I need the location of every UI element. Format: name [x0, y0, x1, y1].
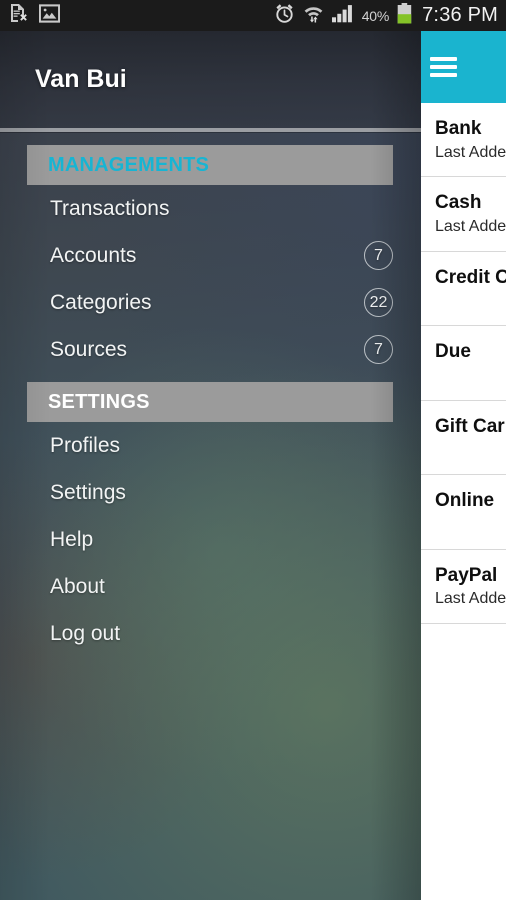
sidebar-item-log-out[interactable]: Log out	[0, 610, 421, 657]
list-item[interactable]: Due	[421, 326, 506, 401]
sidebar-item-label: Log out	[50, 621, 121, 645]
sidebar-item-transactions[interactable]: Transactions	[0, 185, 421, 232]
sidebar-item-label: Transactions	[50, 196, 170, 220]
drawer-section-header-managements: MANAGEMENTS	[27, 145, 393, 185]
list-item[interactable]: Gift Car	[421, 401, 506, 476]
hamburger-menu-icon[interactable]	[430, 53, 457, 81]
content-panel: Bank Last Adde Cash Last Adde Credit C D…	[421, 31, 506, 900]
sidebar-item-help[interactable]: Help	[0, 516, 421, 563]
drawer-section-header-settings: SETTINGS	[27, 382, 393, 422]
status-bar-clock: 7:36 PM	[422, 4, 498, 26]
drawer-nav: MANAGEMENTS Transactions Accounts 7 Cate…	[0, 132, 421, 657]
sidebar-item-label: About	[50, 574, 105, 598]
list-item-title: PayPal	[435, 564, 498, 586]
list-item-subtitle-spacer	[435, 364, 506, 387]
list-item-subtitle-spacer	[435, 513, 506, 536]
image-icon	[38, 3, 61, 28]
sidebar-item-categories[interactable]: Categories 22	[0, 279, 421, 326]
drawer-user-name: Van Bui	[35, 65, 127, 93]
status-bar: 40% 7:36 PM	[0, 0, 506, 31]
sidebar-item-label: Categories	[50, 290, 152, 314]
hamburger-bar-1	[430, 57, 457, 61]
list-item-subtitle: Last Adde	[435, 590, 506, 608]
list-item-title: Cash	[435, 192, 482, 214]
list-item-subtitle-spacer	[435, 438, 506, 461]
list-item-title: Due	[435, 341, 471, 363]
hamburger-bar-2	[430, 65, 457, 69]
sidebar-item-accounts[interactable]: Accounts 7	[0, 232, 421, 279]
account-type-list: Bank Last Adde Cash Last Adde Credit C D…	[421, 103, 506, 625]
list-item[interactable]: Bank Last Adde	[421, 103, 506, 178]
sidebar-item-profiles[interactable]: Profiles	[0, 422, 421, 469]
list-item-title: Gift Car	[435, 415, 505, 437]
status-badge: 7	[364, 335, 393, 364]
alarm-clock-icon	[274, 3, 295, 29]
sidebar-item-label: Accounts	[50, 243, 137, 267]
list-item[interactable]: PayPal Last Adde	[421, 550, 506, 625]
status-badge: 22	[364, 288, 393, 317]
sidebar-item-label: Settings	[50, 480, 126, 504]
drawer-section-label: MANAGEMENTS	[48, 153, 210, 176]
list-item-title: Online	[435, 490, 495, 512]
status-bar-right-icons: 40% 7:36 PM	[274, 2, 506, 29]
list-item-title: Bank	[435, 118, 482, 139]
list-item-title: Credit C	[435, 266, 506, 288]
list-item[interactable]: Credit C	[421, 252, 506, 327]
sim-card-error-icon	[9, 3, 28, 28]
battery-icon	[397, 2, 412, 29]
list-item-subtitle-spacer	[435, 289, 506, 312]
sidebar-item-settings[interactable]: Settings	[0, 469, 421, 516]
signal-bars-icon	[331, 4, 354, 28]
sidebar-item-label: Help	[50, 527, 94, 551]
phone-screen: 40% 7:36 PM Bank Last Adde Cash Last Add…	[0, 0, 506, 900]
sidebar-item-label: Sources	[50, 337, 128, 361]
navigation-drawer: Van Bui MANAGEMENTS Transactions Account…	[0, 31, 421, 900]
sidebar-item-about[interactable]: About	[0, 563, 421, 610]
app-bar	[421, 31, 506, 103]
status-bar-left-icons	[0, 3, 61, 28]
list-item-subtitle: Last Adde	[435, 217, 506, 235]
list-item[interactable]: Cash Last Adde	[421, 177, 506, 252]
status-badge: 7	[364, 241, 393, 270]
list-item[interactable]: Online	[421, 475, 506, 550]
hamburger-bar-3	[430, 73, 457, 77]
wifi-data-transfer-icon	[303, 3, 324, 29]
sidebar-item-label: Profiles	[50, 433, 121, 457]
list-item-subtitle: Last Adde	[435, 143, 506, 161]
battery-percent-label: 40%	[361, 7, 390, 24]
sidebar-item-sources[interactable]: Sources 7	[0, 326, 421, 373]
drawer-header: Van Bui	[0, 31, 421, 128]
drawer-section-label: SETTINGS	[48, 390, 150, 413]
